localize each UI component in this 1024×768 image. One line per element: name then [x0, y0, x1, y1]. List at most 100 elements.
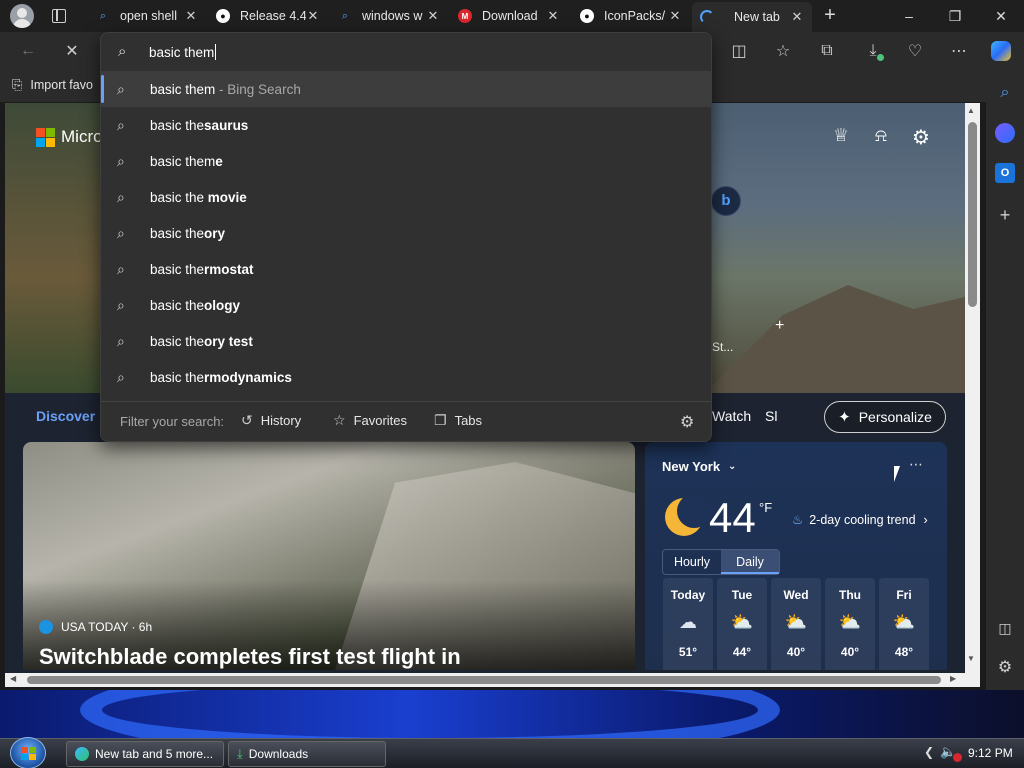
- notifications-icon[interactable]: ⍾: [869, 125, 893, 149]
- downloads-icon[interactable]: ⤓: [858, 36, 888, 66]
- search-icon[interactable]: ⌕: [992, 80, 1018, 106]
- minimize-button[interactable]: –: [886, 0, 932, 32]
- search-icon: ⌕: [117, 80, 125, 97]
- clock[interactable]: 9:12 PM: [968, 746, 1013, 760]
- weather-location[interactable]: New York ⌄: [662, 459, 736, 474]
- vertical-scroll-thumb[interactable]: [968, 122, 977, 307]
- close-window-button[interactable]: ✕: [978, 0, 1024, 32]
- scroll-down-arrow[interactable]: ▼: [967, 654, 975, 663]
- copilot-icon[interactable]: [986, 36, 1016, 66]
- close-tab-icon[interactable]: ✕: [184, 8, 198, 24]
- tab-actions-icon[interactable]: [52, 9, 66, 23]
- filter-history-button[interactable]: ↺ History: [241, 412, 301, 429]
- tab-download[interactable]: M Download ✕: [450, 4, 568, 28]
- restore-button[interactable]: ❐: [932, 0, 978, 32]
- browser-essentials-icon[interactable]: ♡: [900, 36, 930, 66]
- favorites-icon[interactable]: ☆: [768, 36, 798, 66]
- suggestion-item[interactable]: ⌕ basic thermodynamics: [101, 359, 711, 395]
- search-icon: ⌕: [117, 188, 125, 205]
- tab-windows[interactable]: ⌕ windows w ✕: [330, 4, 448, 28]
- cloud-icon: ☁: [679, 612, 697, 632]
- copilot-sidebar-icon[interactable]: [995, 123, 1015, 143]
- nav-watch[interactable]: Watch: [712, 408, 751, 424]
- close-tab-icon[interactable]: ✕: [790, 9, 804, 25]
- collections-icon[interactable]: ⧉: [812, 36, 842, 66]
- start-button[interactable]: [10, 737, 46, 768]
- profile-avatar[interactable]: [10, 4, 34, 28]
- suggestion-item[interactable]: ⌕ basic theory: [101, 215, 711, 251]
- temp-unit[interactable]: °F: [759, 500, 772, 515]
- news-card[interactable]: USA TODAY · 6h Switchblade completes fir…: [23, 442, 635, 670]
- tab-new-tab[interactable]: New tab ✕: [692, 2, 812, 32]
- filter-favorites-button[interactable]: ☆ Favorites: [333, 412, 407, 429]
- forecast-day[interactable]: Tue ⛅ 44°: [717, 578, 767, 670]
- more-menu-icon[interactable]: ⋯: [944, 36, 974, 66]
- sidebar-settings-icon[interactable]: ⚙: [992, 655, 1018, 681]
- sparkle-icon: ✦: [838, 409, 851, 426]
- outlook-icon[interactable]: O: [995, 163, 1015, 183]
- close-tab-icon[interactable]: ✕: [546, 8, 560, 24]
- search-icon: ⌕: [117, 152, 125, 169]
- weather-more-icon[interactable]: ⋯: [909, 456, 923, 473]
- suggestion-item[interactable]: ⌕ basic theory test: [101, 323, 711, 359]
- scroll-right-arrow[interactable]: ▶: [950, 674, 956, 683]
- volume-muted-icon[interactable]: 🔈: [940, 744, 963, 762]
- import-favorites-button[interactable]: ⎘ Import favo: [12, 77, 93, 93]
- search-settings-icon[interactable]: ⚙: [680, 412, 694, 432]
- search-icon: ⌕: [117, 224, 125, 241]
- hide-sidebar-icon[interactable]: ◫: [992, 615, 1018, 641]
- close-tab-icon[interactable]: ✕: [426, 8, 440, 24]
- image-caption[interactable]: St...: [712, 340, 733, 354]
- page-settings-icon[interactable]: ⚙: [909, 125, 933, 149]
- nav-discover[interactable]: Discover: [36, 408, 95, 424]
- filter-tabs-button[interactable]: ❐ Tabs: [434, 412, 482, 429]
- forecast-day[interactable]: Thu ⛅ 40°: [825, 578, 875, 670]
- stop-loading-button[interactable]: ✕: [57, 36, 87, 66]
- suggestion-item[interactable]: ⌕ basic the movie: [101, 179, 711, 215]
- tab-daily[interactable]: Daily: [721, 550, 779, 574]
- tab-hourly[interactable]: Hourly: [663, 550, 721, 574]
- personalize-button[interactable]: ✦ Personalize: [824, 401, 946, 433]
- forecast-day[interactable]: Today ☁ 51°: [663, 578, 713, 670]
- back-button[interactable]: ←: [13, 36, 43, 66]
- bing-chat-icon[interactable]: b: [711, 186, 741, 216]
- scroll-left-arrow[interactable]: ◀: [10, 674, 16, 683]
- close-tab-icon[interactable]: ✕: [668, 8, 682, 24]
- rewards-icon[interactable]: ♕: [829, 125, 853, 149]
- suggestion-item[interactable]: ⌕ basic theme: [101, 143, 711, 179]
- edge-sidebar: ⌕ O + ◫ ⚙: [986, 70, 1024, 690]
- news-headline[interactable]: Switchblade completes first test flight …: [39, 644, 461, 670]
- forecast-day[interactable]: Wed ⛅ 40°: [771, 578, 821, 670]
- forecast-day[interactable]: Fri ⛅ 48°: [879, 578, 929, 670]
- taskbar-edge-button[interactable]: New tab and 5 more...: [66, 741, 224, 767]
- add-sidebar-app-icon[interactable]: +: [992, 202, 1018, 228]
- suggestion-item[interactable]: ⌕ basic them - Bing Search: [101, 71, 711, 107]
- suggestion-item[interactable]: ⌕ basic thermostat: [101, 251, 711, 287]
- horizontal-scroll-thumb[interactable]: [27, 676, 941, 684]
- tab-release[interactable]: ● Release 4.4 ✕: [208, 4, 328, 28]
- split-screen-icon[interactable]: ◫: [724, 36, 754, 66]
- tab-open-shell[interactable]: ⌕ open shell ✕: [88, 4, 206, 28]
- suggestion-item[interactable]: ⌕ basic thesaurus: [101, 107, 711, 143]
- moon-icon: [665, 494, 711, 536]
- scroll-up-arrow[interactable]: ▲: [967, 106, 975, 115]
- tab-iconpacks[interactable]: ● IconPacks/ ✕: [572, 4, 690, 28]
- new-tab-button[interactable]: +: [818, 4, 842, 28]
- mega-icon: M: [458, 9, 472, 23]
- thermometer-icon: ♨: [792, 513, 804, 527]
- tray-expand-icon[interactable]: ❮: [924, 745, 934, 759]
- address-bar-input[interactable]: ⌕ basic them: [101, 33, 711, 71]
- import-icon: ⎘: [12, 77, 23, 92]
- history-icon: ↺: [241, 412, 253, 428]
- nav-s[interactable]: Sl: [765, 408, 777, 424]
- close-tab-icon[interactable]: ✕: [306, 8, 320, 24]
- suggestion-item[interactable]: ⌕ basic theology: [101, 287, 711, 323]
- weather-trend[interactable]: ♨ 2-day cooling trend ›: [792, 512, 928, 528]
- microsoft-logo[interactable]: Micro: [36, 127, 103, 147]
- current-temp: 44: [709, 494, 756, 541]
- partly-sunny-icon: ⛅: [730, 612, 754, 632]
- bing-search-icon: ⌕: [99, 9, 107, 22]
- taskbar-downloads-button[interactable]: ⤓ Downloads: [228, 741, 386, 767]
- image-plus-icon[interactable]: +: [775, 317, 789, 334]
- edge-icon: [75, 747, 89, 761]
